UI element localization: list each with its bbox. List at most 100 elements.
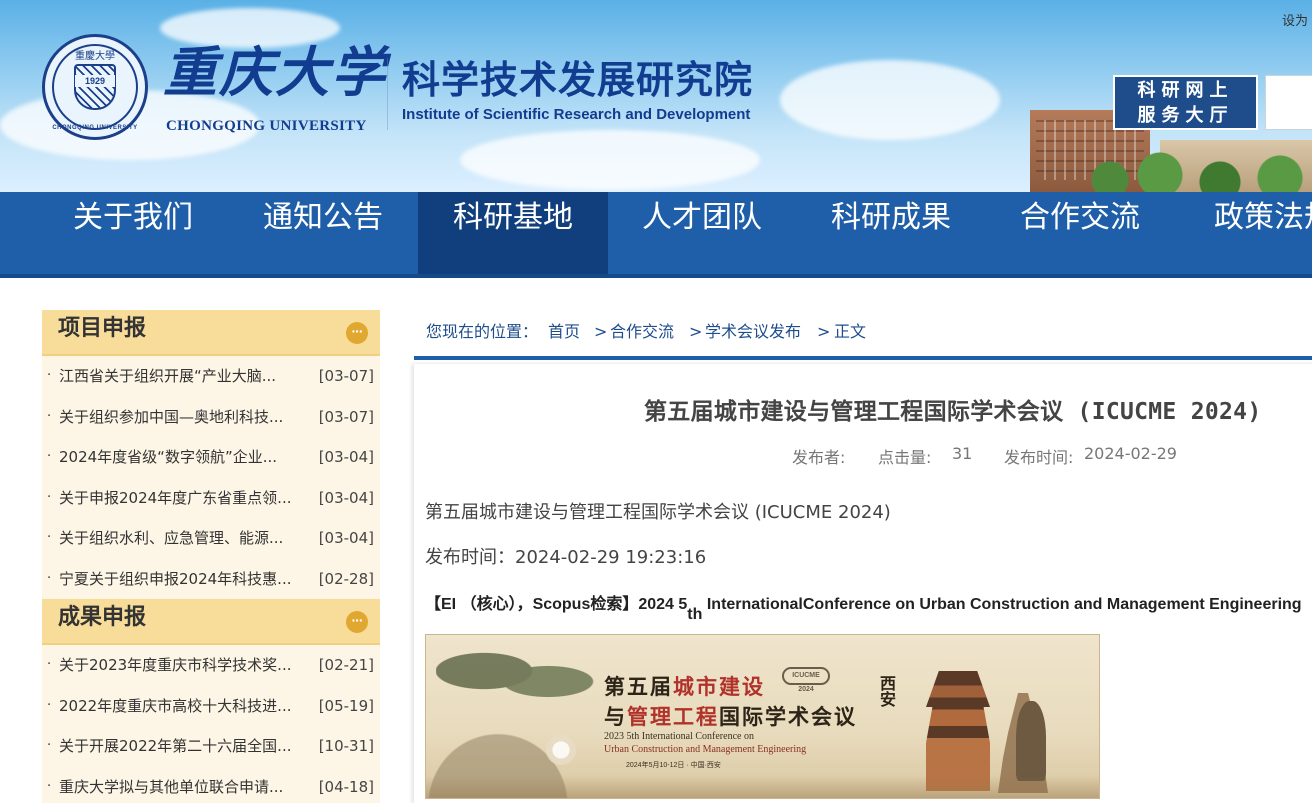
breadcrumb-home[interactable]: 首页 — [548, 310, 580, 354]
university-seal-logo[interactable]: 重慶大學 1929 CHONGQING UNIVERSITY — [42, 34, 148, 140]
list-item[interactable]: · 2022年度重庆市高校十大科技进... [05-19] — [42, 686, 380, 727]
bold-heading-prefix: 【EI （核心），Scopus检索】2024 5 — [425, 596, 688, 613]
bullet-icon: · — [47, 530, 52, 545]
bullet-icon: · — [47, 697, 52, 713]
bullet-icon: · — [47, 570, 52, 586]
list-item-date: [05-19] — [318, 696, 374, 715]
drum-tower-illustration — [926, 671, 990, 791]
banner-english-line1: 2023 5th International Conference on — [604, 731, 754, 742]
more-icon[interactable]: ··· — [346, 611, 368, 633]
seal-shield-icon — [74, 64, 116, 110]
nav-item-policies[interactable]: 政策法规 — [1174, 192, 1312, 274]
bullet-icon: · — [47, 657, 52, 672]
banner-title-d: 管理工程 — [627, 704, 719, 729]
project-application-list: · 江西省关于组织开展“产业大脑... [03-07] · 关于组织参加中国—奥地利科… — [42, 356, 380, 599]
site-header: 重慶大學 1929 CHONGQING UNIVERSITY 重庆大学 CHON… — [0, 0, 1312, 192]
achievement-application-list: · 关于2023年度重庆市科学技术奖... [02-21] · 2022年度重庆市高校… — [42, 645, 380, 803]
breadcrumb: 您现在的位置： 首页 > 合作交流 > 学术会议发布 > 正文 — [414, 310, 1312, 360]
conference-banner-image: 第五届城市建设 与管理工程国际学术会议 2023 5th Internation… — [425, 634, 1100, 799]
banner-english-line2: Urban Construction and Management Engine… — [604, 744, 807, 755]
list-item-title[interactable]: 重庆大学拟与其他单位联合申请... — [59, 767, 304, 803]
list-item-title[interactable]: 关于2023年度重庆市科学技术奖... — [59, 645, 304, 686]
main-nav: 关于我们 通知公告 科研基地 人才团队 科研成果 合作交流 政策法规 — [0, 192, 1312, 278]
list-item-date: [03-04] — [318, 488, 374, 507]
list-item[interactable]: · 2024年度省级“数字领航”企业... [03-04] — [42, 437, 380, 478]
list-item-title[interactable]: 关于组织参加中国—奥地利科技... — [59, 397, 304, 438]
banner-city: 西安 — [877, 675, 896, 707]
breadcrumb-conference-release[interactable]: 学术会议发布 — [705, 310, 801, 354]
list-item-title[interactable]: 宁夏关于组织申报2024年科技惠... — [59, 559, 304, 600]
breadcrumb-separator: > — [594, 322, 608, 341]
banner-title-line1: 第五届城市建设 — [604, 671, 765, 701]
set-homepage-link[interactable]: 设为 — [1282, 10, 1308, 29]
breadcrumb-current: 正文 — [834, 322, 867, 341]
terracotta-warrior-illustration — [1016, 701, 1046, 781]
list-item[interactable]: · 关于申报2024年度广东省重点领... [03-04] — [42, 478, 380, 519]
seal-year: 1929 — [75, 75, 115, 87]
section-title-project-application[interactable]: 项目申报 — [58, 310, 146, 342]
list-item-title[interactable]: 江西省关于组织开展“产业大脑... — [59, 356, 304, 397]
service-line1: 科研网上 — [1137, 80, 1234, 101]
seal-bottom-text: CHONGQING UNIVERSITY — [52, 125, 138, 131]
list-item[interactable]: · 关于开展2022年第二十六届全国... [10-31] — [42, 726, 380, 767]
seal-top-text: 重慶大學 — [75, 51, 115, 62]
university-name-en: CHONGQING UNIVERSITY — [166, 118, 367, 134]
meta-views: 31 — [952, 444, 973, 463]
banner-title-c: 与 — [604, 704, 627, 729]
list-item[interactable]: · 关于组织水利、应急管理、能源... [03-04] — [42, 518, 380, 559]
nav-item-about[interactable]: 关于我们 — [38, 192, 228, 274]
banner-title-line2: 与管理工程国际学术会议 — [604, 701, 857, 731]
cloud-decoration — [780, 60, 1000, 140]
list-item[interactable]: · 重庆大学拟与其他单位联合申请... [04-18] — [42, 767, 380, 803]
nav-item-achievements[interactable]: 科研成果 — [796, 192, 986, 274]
list-item-date: [02-21] — [318, 656, 374, 674]
sidebar-section-header: 成果申报 ··· — [42, 599, 380, 645]
list-item-title[interactable]: 2024年度省级“数字领航”企业... — [59, 437, 304, 478]
bullet-icon: · — [47, 489, 52, 505]
list-item-title[interactable]: 2022年度重庆市高校十大科技进... — [59, 686, 304, 727]
breadcrumb-cooperation[interactable]: 合作交流 — [610, 310, 674, 354]
list-item-title[interactable]: 关于申报2024年度广东省重点领... — [59, 478, 304, 519]
bullet-icon: · — [47, 368, 52, 383]
article-publish-time: 发布时间：2024-02-29 19:23:16 — [425, 547, 707, 568]
research-service-hall-button[interactable]: 科研网上 服务大厅 — [1113, 75, 1258, 130]
trees-image — [1090, 150, 1312, 192]
bold-heading-sub: th — [687, 606, 703, 623]
nav-item-talent[interactable]: 人才团队 — [607, 192, 797, 274]
list-item[interactable]: · 江西省关于组织开展“产业大脑... [03-07] — [42, 356, 380, 397]
banner-badge: ICUCME 2024 — [782, 667, 830, 693]
list-item[interactable]: · 关于2023年度重庆市科学技术奖... [02-21] — [42, 645, 380, 686]
list-item-title[interactable]: 关于开展2022年第二十六届全国... — [59, 726, 304, 767]
article-panel: 第五届城市建设与管理工程国际学术会议 (ICUCME 2024) 发布者: 点击… — [414, 364, 1312, 803]
bullet-icon: · — [47, 408, 52, 424]
nav-item-notices[interactable]: 通知公告 — [228, 192, 418, 274]
banner-date: 2024年5月10-12日 · 中国·西安 — [626, 762, 721, 769]
bold-heading-suffix: InternationalConference on Urban Constru… — [702, 596, 1302, 613]
list-item-date: [03-07] — [318, 407, 374, 426]
nav-item-research-bases[interactable]: 科研基地 — [418, 192, 608, 274]
service-line2: 服务大厅 — [1137, 105, 1234, 126]
list-item-title[interactable]: 关于组织水利、应急管理、能源... — [59, 518, 304, 559]
more-icon[interactable]: ··· — [346, 322, 368, 344]
breadcrumb-separator: > — [817, 322, 831, 341]
section-title-achievement-application[interactable]: 成果申报 — [58, 599, 146, 631]
list-item-date: [10-31] — [318, 737, 374, 755]
list-item[interactable]: · 关于组织参加中国—奥地利科技... [03-07] — [42, 397, 380, 438]
header-divider — [387, 58, 388, 130]
search-input[interactable] — [1265, 75, 1312, 130]
breadcrumb-label: 您现在的位置： — [426, 322, 539, 341]
meta-author-label: 发布者: — [792, 448, 846, 467]
nav-item-cooperation[interactable]: 合作交流 — [985, 192, 1175, 274]
article-title: 第五届城市建设与管理工程国际学术会议 (ICUCME 2024) — [644, 399, 1262, 425]
institute-name-en: Institute of Scientific Research and Dev… — [402, 106, 751, 123]
bullet-icon: · — [47, 778, 52, 794]
sidebar: 项目申报 ··· · 江西省关于组织开展“产业大脑... [03-07] · 关于组织… — [42, 310, 380, 803]
article-bold-heading: 【EI （核心），Scopus检索】2024 5th International… — [425, 590, 1302, 624]
pine-tree-decoration — [436, 643, 596, 713]
institute-name-cn: 科学技术发展研究院 — [402, 58, 754, 102]
cloud-decoration — [460, 130, 760, 190]
list-item-date: [03-07] — [318, 367, 374, 385]
list-item[interactable]: · 宁夏关于组织申报2024年科技惠... [02-28] — [42, 559, 380, 600]
sidebar-section-header: 项目申报 ··· — [42, 310, 380, 356]
breadcrumb-separator: > — [689, 322, 703, 341]
